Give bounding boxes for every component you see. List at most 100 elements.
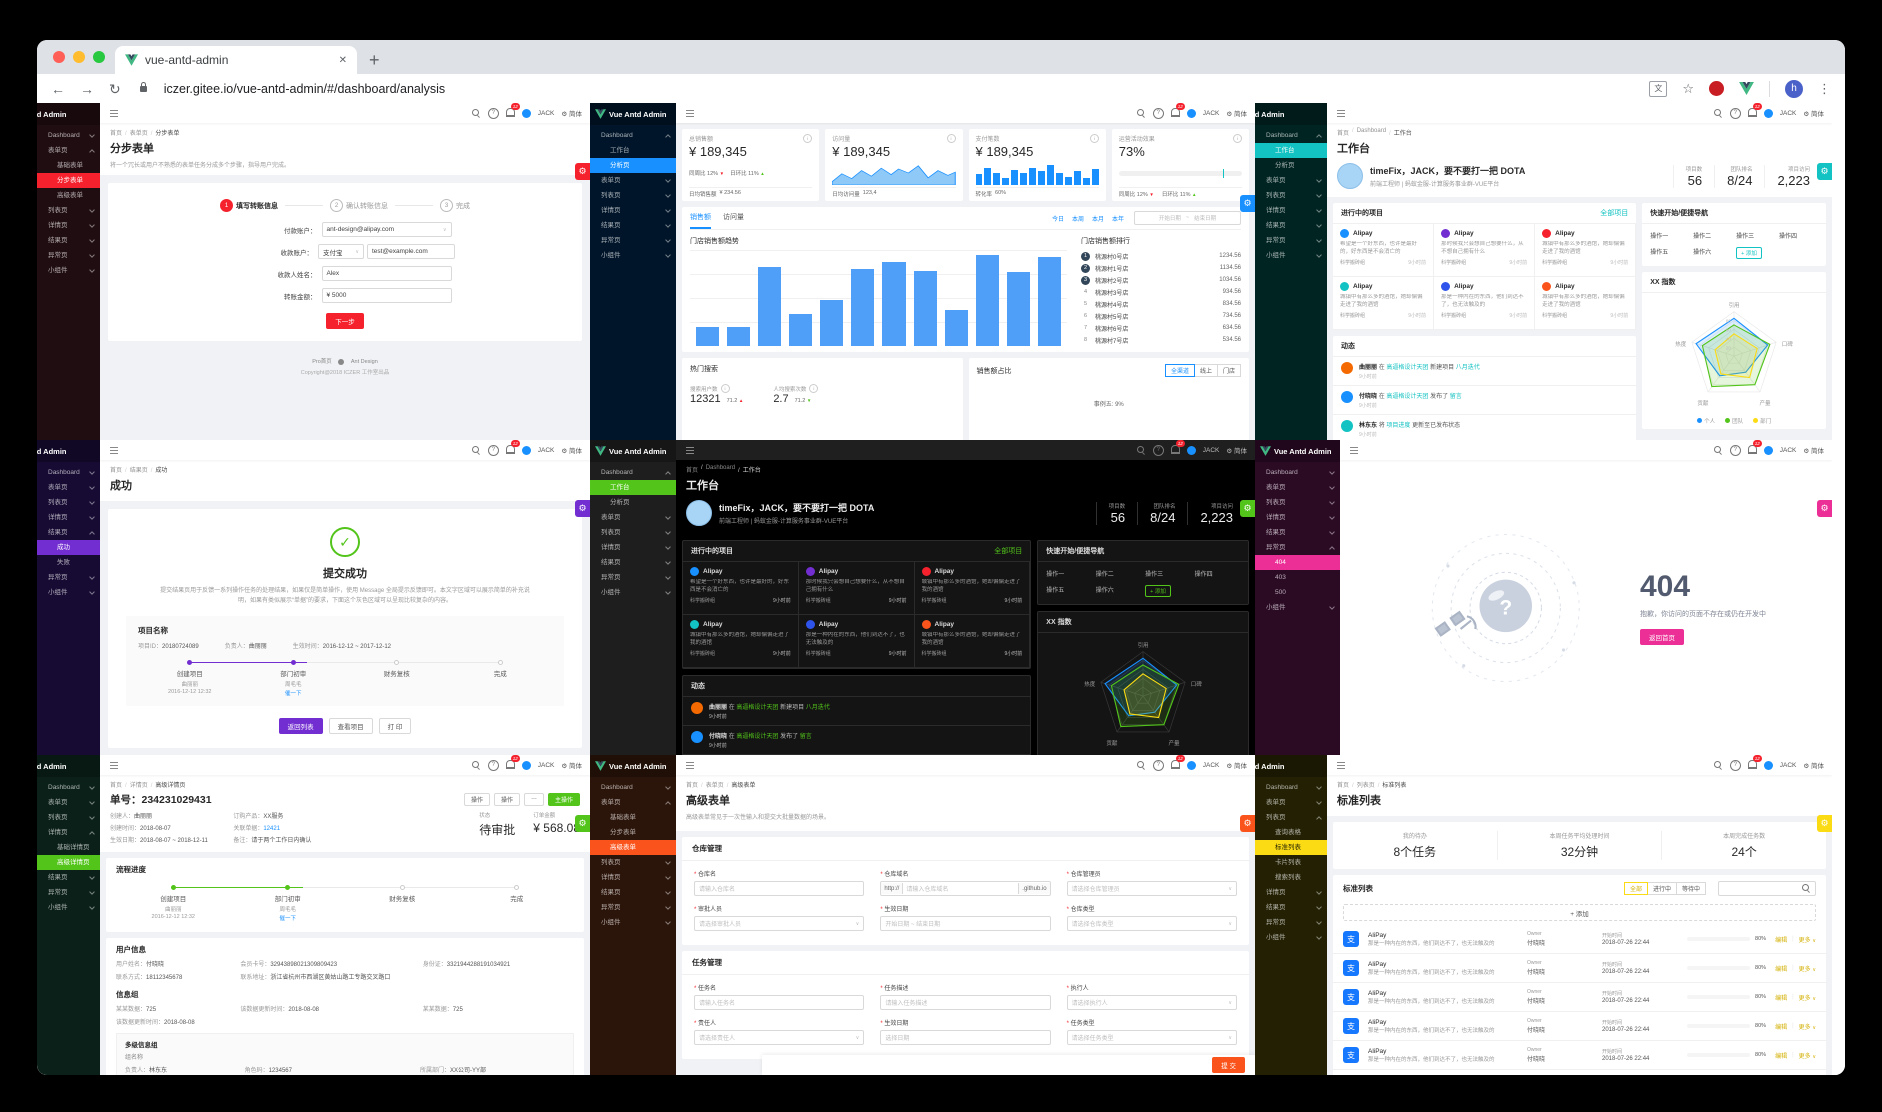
project-card[interactable]: Alipay 那是一种内在的东西，他们到达不了，也无法触及的 科学搬砖组 9小时前: [1434, 277, 1536, 330]
browser-menu-icon[interactable]: ⋮: [1818, 81, 1831, 97]
language-switch[interactable]: ⚙ 简体: [1226, 760, 1247, 770]
info-icon[interactable]: i: [809, 384, 819, 393]
all-projects-link[interactable]: 全部项目: [1600, 208, 1628, 218]
theme-settings-button[interactable]: ⚙: [575, 500, 590, 517]
breadcrumb-item[interactable]: 高级详情页: [148, 780, 185, 789]
sidebar-item[interactable]: 小组件: [1255, 248, 1327, 263]
breadcrumb-item[interactable]: 高级表单: [724, 780, 755, 789]
project-card[interactable]: Alipay 城镇中有那么多的酒馆，她却偏偏走进了我的酒馆 科学搬砖组 9小时前: [1535, 224, 1637, 277]
project-group[interactable]: 科学搬砖组: [806, 650, 831, 657]
more-link[interactable]: 更多 ∨: [1799, 935, 1816, 944]
sidebar-item[interactable]: 小组件: [590, 915, 676, 930]
sidebar-item[interactable]: Dashboard: [590, 465, 676, 480]
project-card[interactable]: Alipay 城镇中有那么多的酒馆，她却偏偏走进了我的酒馆 科学搬砖组 9小时前: [1535, 277, 1637, 330]
sidebar-item[interactable]: 表单页: [37, 143, 100, 158]
feed-link[interactable]: 留言: [800, 734, 812, 740]
sidebar-item[interactable]: 表单页: [590, 510, 676, 525]
sidebar-item[interactable]: 小组件: [1255, 600, 1340, 615]
feed-link[interactable]: 高逼格设计天团: [736, 734, 778, 740]
channel-radio[interactable]: 线上: [1193, 364, 1218, 377]
breadcrumb-item[interactable]: 首页: [110, 465, 122, 474]
address-bar[interactable]: iczer.gitee.io/vue-antd-admin/#/dashboar…: [164, 82, 445, 96]
breadcrumb-item[interactable]: 工作台: [1386, 128, 1412, 137]
sidebar-item[interactable]: 失败: [37, 555, 100, 570]
app-logo[interactable]: Vue Antd Admin: [590, 755, 676, 777]
range-link[interactable]: 本周: [1072, 214, 1084, 223]
breadcrumb-item[interactable]: 首页: [110, 128, 122, 137]
sidebar-item[interactable]: 表单页: [1255, 173, 1327, 188]
chart-tab[interactable]: 销售额: [690, 207, 711, 229]
bell-icon[interactable]: 12: [1747, 440, 1762, 456]
github-icon[interactable]: [338, 358, 345, 365]
app-logo[interactable]: Vue Antd Admin: [37, 440, 100, 462]
footer-link-antd[interactable]: Ant Design: [351, 359, 378, 365]
list-search-input[interactable]: [1718, 881, 1816, 896]
action-button[interactable]: 操作: [493, 793, 520, 806]
avatar[interactable]: [521, 445, 531, 455]
feed-link[interactable]: 八月迭代: [1456, 365, 1480, 371]
sidebar-item[interactable]: 404: [1255, 555, 1340, 570]
sidebar-item[interactable]: 列表页: [37, 203, 100, 218]
menu-collapse-icon[interactable]: [686, 112, 694, 114]
app-logo[interactable]: Vue Antd Admin: [590, 103, 676, 125]
sidebar-item[interactable]: 异常页: [1255, 233, 1327, 248]
language-switch[interactable]: ⚙ 简体: [561, 445, 582, 455]
bell-icon[interactable]: 12: [1747, 755, 1762, 771]
payer-account-select[interactable]: ant-design@alipay.com ∨: [321, 222, 452, 237]
menu-collapse-icon[interactable]: [686, 449, 694, 451]
filter-radio[interactable]: 等待中: [1675, 882, 1706, 895]
sidebar-item[interactable]: Dashboard: [1255, 465, 1340, 480]
range-link[interactable]: 本月: [1092, 214, 1104, 223]
project-group[interactable]: 科学搬砖组: [1441, 259, 1466, 266]
browser-profile-avatar[interactable]: h: [1785, 79, 1803, 98]
sidebar-item[interactable]: 工作台: [590, 480, 676, 495]
sidebar-item[interactable]: 列表页: [590, 525, 676, 540]
project-group[interactable]: 科学搬砖组: [1542, 259, 1567, 266]
theme-settings-button[interactable]: ⚙: [1817, 163, 1832, 180]
sidebar-item[interactable]: 结果页: [590, 885, 676, 900]
sidebar-item[interactable]: 列表页: [590, 855, 676, 870]
menu-collapse-icon[interactable]: [1350, 449, 1358, 451]
project-group[interactable]: 科学搬砖组: [922, 597, 947, 604]
sidebar-item[interactable]: 列表页: [37, 810, 100, 825]
sidebar-item[interactable]: 详情页: [590, 870, 676, 885]
add-item-button[interactable]: + 添加: [1343, 904, 1816, 921]
breadcrumb-item[interactable]: 成功: [148, 465, 167, 474]
footer-link-pro[interactable]: Pro首页: [312, 359, 332, 365]
sidebar-item[interactable]: 高级表单: [590, 840, 676, 855]
username[interactable]: JACK: [538, 447, 555, 454]
sidebar-item[interactable]: 列表页: [37, 495, 100, 510]
sidebar-item[interactable]: 小组件: [590, 248, 676, 263]
sidebar-item[interactable]: 表单页: [590, 173, 676, 188]
form-input[interactable]: 开始日期 ~ 结束日期: [880, 916, 1051, 931]
help-icon[interactable]: ?: [487, 759, 499, 771]
avatar[interactable]: [521, 760, 531, 770]
quick-op[interactable]: 操作四: [1779, 231, 1818, 240]
form-input[interactable]: 请选择仓库管理员 ∨: [1066, 881, 1237, 896]
sidebar-item[interactable]: 结果页: [37, 870, 100, 885]
username[interactable]: JACK: [1203, 762, 1220, 769]
help-icon[interactable]: ?: [1729, 107, 1741, 119]
quick-op[interactable]: 操作三: [1736, 231, 1775, 240]
help-icon[interactable]: ?: [1152, 444, 1164, 456]
menu-collapse-icon[interactable]: [1337, 764, 1345, 766]
sidebar-item[interactable]: 异常页: [37, 248, 100, 263]
info-icon[interactable]: i: [803, 134, 813, 143]
range-link[interactable]: 今日: [1052, 214, 1064, 223]
bell-icon[interactable]: 12: [505, 440, 520, 456]
quick-op[interactable]: 操作五: [1046, 585, 1091, 597]
info-icon[interactable]: i: [946, 134, 956, 143]
language-switch[interactable]: ⚙ 简体: [1803, 108, 1824, 118]
bell-icon[interactable]: 12: [1170, 103, 1185, 119]
sidebar-item[interactable]: 分步表单: [37, 173, 100, 188]
search-icon[interactable]: [471, 108, 481, 118]
form-input[interactable]: 请输入仓库名: [694, 881, 865, 896]
edit-link[interactable]: 编辑: [1775, 993, 1787, 1002]
project-card[interactable]: Alipay 城镇中有那么多的酒馆，她却偏偏走进了我的酒馆 科学搬砖组 9小时前: [683, 615, 799, 668]
project-group[interactable]: 科学搬砖组: [1340, 259, 1365, 266]
sidebar-item[interactable]: 工作台: [1255, 143, 1327, 158]
feed-link[interactable]: 高逼格设计天团: [1386, 394, 1428, 400]
sidebar-item[interactable]: 结果页: [1255, 218, 1327, 233]
breadcrumb-item[interactable]: 表单页: [122, 128, 148, 137]
more-link[interactable]: 更多 ∨: [1799, 1022, 1816, 1031]
